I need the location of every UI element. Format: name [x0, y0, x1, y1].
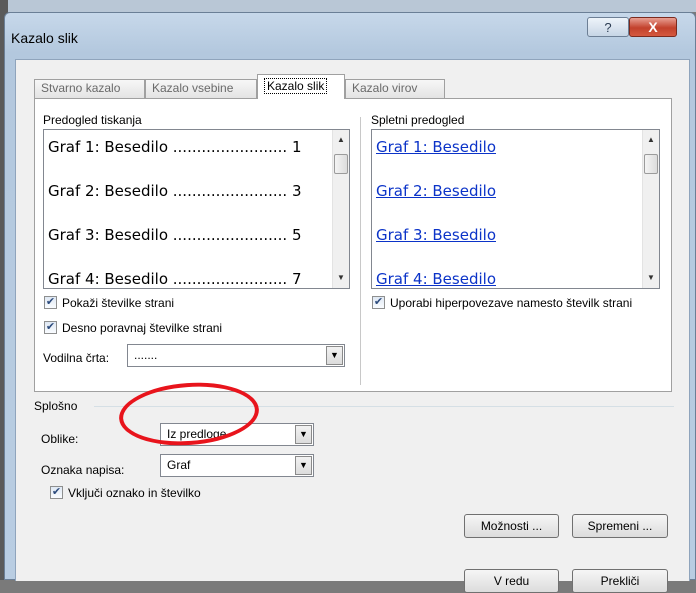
- tab-kazalo-vsebine[interactable]: Kazalo vsebine: [145, 79, 257, 98]
- help-button[interactable]: ?: [587, 17, 629, 37]
- print-preview-entry: Graf 3: Besedilo .......................…: [48, 226, 302, 244]
- tab-stvarno-kazalo[interactable]: Stvarno kazalo: [34, 79, 145, 98]
- right-align-label: Desno poravnaj številke strani: [62, 321, 223, 335]
- ok-button[interactable]: V redu: [464, 569, 559, 593]
- cancel-button[interactable]: Prekliči: [572, 569, 668, 593]
- close-button[interactable]: X: [629, 17, 677, 37]
- tab-leader-value: .......: [134, 348, 158, 362]
- caption-select[interactable]: Graf ▼: [160, 454, 314, 477]
- show-page-numbers-checkbox[interactable]: ✔: [44, 296, 57, 309]
- chevron-down-icon[interactable]: ▼: [295, 425, 312, 444]
- caption-value: Graf: [167, 458, 191, 472]
- scroll-thumb[interactable]: [334, 154, 348, 174]
- web-preview-link[interactable]: Graf 3: Besedilo: [376, 226, 496, 244]
- tab-panel: Predogled tiskanja Graf 1: Besedilo ....…: [34, 98, 672, 392]
- web-preview-label: Spletni predogled: [371, 113, 465, 127]
- include-label-checkbox[interactable]: ✔: [50, 486, 63, 499]
- options-button[interactable]: Možnosti ...: [464, 514, 559, 538]
- tab-kazalo-slik[interactable]: Kazalo slik: [257, 74, 345, 99]
- formats-label: Oblike:: [41, 432, 79, 446]
- print-preview-label: Predogled tiskanja: [43, 113, 142, 127]
- print-preview-list[interactable]: Graf 1: Besedilo .......................…: [43, 129, 350, 289]
- formats-select[interactable]: Iz predloge ▼: [160, 423, 314, 446]
- scroll-down-icon[interactable]: ▼: [643, 270, 659, 286]
- web-preview-link[interactable]: Graf 2: Besedilo: [376, 182, 496, 200]
- modify-button[interactable]: Spremeni ...: [572, 514, 668, 538]
- dialog-window: Kazalo slik ? X Stvarno kazalo Kazalo vs…: [4, 12, 696, 593]
- background-strip: [0, 0, 696, 12]
- print-preview-entry: Graf 1: Besedilo .......................…: [48, 138, 302, 156]
- web-preview-scrollbar[interactable]: ▲ ▼: [642, 130, 659, 288]
- caption-label: Oznaka napisa:: [41, 463, 125, 477]
- print-preview-entry: Graf 2: Besedilo .......................…: [48, 182, 302, 200]
- web-preview-link[interactable]: Graf 4: Besedilo: [376, 270, 496, 288]
- show-page-numbers-label: Pokaži številke strani: [62, 296, 175, 310]
- scroll-down-icon[interactable]: ▼: [333, 270, 349, 286]
- column-divider: [360, 117, 361, 385]
- scroll-up-icon[interactable]: ▲: [333, 132, 349, 148]
- tab-leader-select[interactable]: ....... ▼: [127, 344, 345, 367]
- formats-value: Iz predloge: [167, 427, 227, 441]
- web-preview-link[interactable]: Graf 1: Besedilo: [376, 138, 496, 156]
- use-hyperlinks-label: Uporabi hiperpovezave namesto številk st…: [390, 296, 633, 310]
- tab-leader-label: Vodilna črta:: [43, 351, 110, 365]
- chevron-down-icon[interactable]: ▼: [326, 346, 343, 365]
- include-label-text: Vključi oznako in številko: [68, 486, 201, 500]
- right-align-checkbox[interactable]: ✔: [44, 321, 57, 334]
- tab-kazalo-slik-label: Kazalo slik: [264, 78, 328, 94]
- general-section-label: Splošno: [34, 399, 78, 413]
- chevron-down-icon[interactable]: ▼: [295, 456, 312, 475]
- print-preview-entry: Graf 4: Besedilo .......................…: [48, 270, 302, 288]
- dialog-client: Stvarno kazalo Kazalo vsebine Kazalo sli…: [15, 59, 690, 593]
- scroll-up-icon[interactable]: ▲: [643, 132, 659, 148]
- general-section-divider: [94, 406, 674, 407]
- web-preview-list[interactable]: Graf 1: Besedilo Graf 2: Besedilo Graf 3…: [371, 129, 660, 289]
- print-preview-scrollbar[interactable]: ▲ ▼: [332, 130, 349, 288]
- use-hyperlinks-checkbox[interactable]: ✔: [372, 296, 385, 309]
- scroll-thumb[interactable]: [644, 154, 658, 174]
- tab-kazalo-virov[interactable]: Kazalo virov: [345, 79, 445, 98]
- dialog-title: Kazalo slik: [11, 30, 78, 46]
